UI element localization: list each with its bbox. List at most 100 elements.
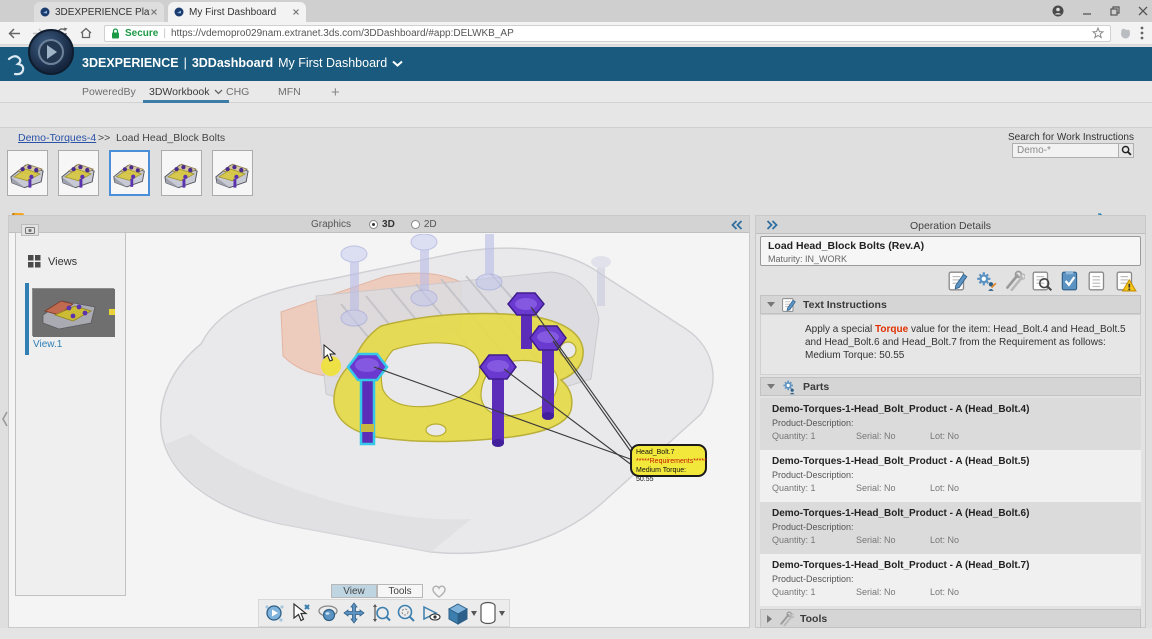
views-title: Views <box>48 256 77 268</box>
part-serial: Serial: No <box>856 535 930 545</box>
add-tab-button[interactable]: + <box>331 81 340 103</box>
part-name: Demo-Torques-1-Head_Bolt_Product - A (He… <box>772 508 1131 519</box>
tab-chg[interactable]: CHG <box>226 81 249 103</box>
part-card-3[interactable]: Demo-Torques-1-Head_Bolt_Product - A (He… <box>760 502 1141 554</box>
radio-2d[interactable] <box>411 220 420 229</box>
part-card-4[interactable]: Demo-Torques-1-Head_Bolt_Product - A (He… <box>760 554 1141 606</box>
section-cylinder-icon[interactable] <box>479 601 505 625</box>
validate-icon[interactable] <box>1059 270 1081 292</box>
assign-parts-icon[interactable] <box>975 270 997 292</box>
part-card-2[interactable]: Demo-Torques-1-Head_Bolt_Product - A (He… <box>760 450 1141 502</box>
browser-profile-icon[interactable] <box>1052 5 1064 17</box>
collapse-triangle-icon[interactable] <box>767 302 775 307</box>
zoom-icon[interactable] <box>368 601 392 625</box>
window-close-icon[interactable] <box>1138 6 1148 16</box>
wi-search-input[interactable] <box>1013 144 1118 157</box>
widget-header: 3DWorkbook <box>0 103 1152 128</box>
bookmark-star-icon[interactable] <box>1092 27 1104 39</box>
details-title: Operation Details <box>756 220 1145 232</box>
dashboard-chevron-down-icon[interactable] <box>392 60 403 67</box>
part-serial: Serial: No <box>856 431 930 441</box>
callout-line2: *****Requirements***** <box>636 457 701 466</box>
wi-search-button[interactable] <box>1118 144 1133 157</box>
wi-thumbnail-4[interactable] <box>161 150 202 196</box>
dashboard-name-label[interactable]: My First Dashboard <box>278 56 387 70</box>
viewport-tabs: View Tools <box>331 584 447 598</box>
tab-chevron-down-icon[interactable] <box>214 89 223 95</box>
inspect-instructions-icon[interactable] <box>1031 270 1053 292</box>
part-description-label: Product-Description: <box>772 522 1131 532</box>
back-icon[interactable] <box>8 28 24 39</box>
playback-icon[interactable] <box>263 601 287 625</box>
wi-thumbnail-2[interactable] <box>58 150 99 196</box>
radio-3d[interactable] <box>369 220 378 229</box>
view-thumbnail[interactable] <box>32 288 114 336</box>
home-icon[interactable] <box>80 27 96 39</box>
tab-close-icon[interactable] <box>150 8 158 16</box>
part-quantity: Quantity: 1 <box>772 483 856 493</box>
breadcrumb: Demo-Torques-4 >> Load Head_Block Bolts <box>0 128 1152 150</box>
window-restore-icon[interactable] <box>1110 6 1120 16</box>
browser-tab-platform[interactable]: 3DEXPERIENCE Platform <box>34 2 164 22</box>
torque-highlight: Torque <box>875 324 908 335</box>
url-divider: | <box>163 28 166 39</box>
part-lot: Lot: No <box>930 431 959 441</box>
graphics-panel: Graphics 3D 2D <box>8 215 750 628</box>
details-header: Operation Details <box>756 216 1145 234</box>
iso-view-icon[interactable] <box>447 601 477 625</box>
radio-3d-label[interactable]: 3D <box>382 219 395 230</box>
wi-thumbnail-5[interactable] <box>212 150 253 196</box>
section-parts[interactable]: Parts <box>760 377 1141 396</box>
pan-icon[interactable] <box>342 601 366 625</box>
tab-close-icon[interactable] <box>292 8 300 16</box>
bolt-callout: Head_Bolt.7 *****Requirements***** Mediu… <box>630 444 707 477</box>
issue-warning-icon[interactable] <box>1115 270 1137 292</box>
breadcrumb-link[interactable]: Demo-Torques-4 <box>18 132 96 144</box>
secure-label: Secure <box>125 28 158 39</box>
view-item-1[interactable]: View.1 <box>25 283 118 355</box>
collapse-triangle-icon[interactable] <box>767 384 775 389</box>
section-tools[interactable]: Tools <box>760 609 1141 628</box>
window-minimize-icon[interactable] <box>1082 6 1092 16</box>
radio-2d-label[interactable]: 2D <box>424 219 437 230</box>
graphics-collapse-left-icon[interactable] <box>731 220 743 230</box>
tab-poweredby[interactable]: PoweredBy <box>82 81 136 103</box>
edit-instructions-icon[interactable] <box>947 270 969 292</box>
wi-thumbnail-1[interactable] <box>7 150 48 196</box>
operation-card[interactable]: Load Head_Block Bolts (Rev.A) Maturity: … <box>760 236 1141 266</box>
part-card-1[interactable]: Demo-Torques-1-Head_Bolt_Product - A (He… <box>760 398 1141 450</box>
text-instructions-body: Apply a special Torque value for the ite… <box>760 314 1141 375</box>
tab-favicon <box>174 7 184 17</box>
orbit-icon[interactable] <box>316 601 340 625</box>
part-quantity: Quantity: 1 <box>772 535 856 545</box>
view-label[interactable]: View.1 <box>33 339 62 350</box>
dashboard-tab-bar: PoweredBy 3DWorkbook CHG MFN + <box>0 81 1152 103</box>
extension-icon[interactable] <box>1119 27 1132 40</box>
views-tab[interactable] <box>21 224 39 236</box>
part-serial: Serial: No <box>856 587 930 597</box>
favorites-heart-icon[interactable] <box>431 584 447 598</box>
report-icon[interactable] <box>1087 270 1109 292</box>
browser-tab-dashboard[interactable]: My First Dashboard <box>168 2 306 22</box>
select-cursor-icon[interactable] <box>289 601 313 625</box>
operation-details-panel: Operation Details Load Head_Block Bolts … <box>755 215 1146 628</box>
zoom-area-icon[interactable] <box>394 601 418 625</box>
3d-viewport[interactable] <box>131 234 749 582</box>
section-text-instructions[interactable]: Text Instructions <box>760 295 1141 314</box>
part-description-label: Product-Description: <box>772 470 1131 480</box>
look-at-icon[interactable] <box>420 601 444 625</box>
lock-icon <box>111 28 120 39</box>
tab-3dworkbook[interactable]: 3DWorkbook <box>149 81 223 103</box>
section-title: Text Instructions <box>803 299 887 311</box>
wi-thumbnail-3-selected[interactable] <box>109 150 150 196</box>
compass-icon[interactable] <box>28 29 74 75</box>
graphics-label: Graphics <box>311 219 351 230</box>
address-bar[interactable]: Secure | https://vdemopro029nam.extranet… <box>104 25 1111 42</box>
tab-mfn[interactable]: MFN <box>278 81 301 103</box>
tab-tools[interactable]: Tools <box>377 584 423 598</box>
tab-favicon <box>40 7 50 17</box>
assign-tools-icon[interactable] <box>1003 270 1025 292</box>
collapse-triangle-icon[interactable] <box>767 615 772 623</box>
tab-view[interactable]: View <box>331 584 377 598</box>
browser-menu-icon[interactable] <box>1140 26 1144 40</box>
